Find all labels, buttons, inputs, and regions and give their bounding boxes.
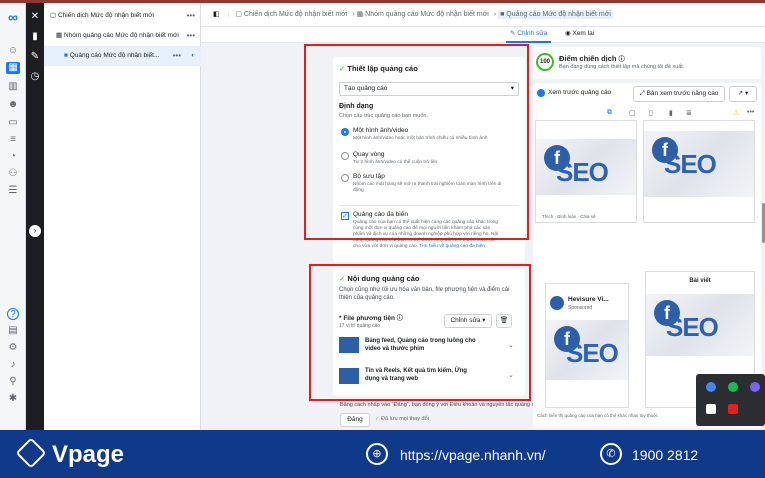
- tab-edit[interactable]: ✎ Chỉnh sửa: [506, 27, 552, 43]
- score-title: Điểm chiến dịch: [559, 54, 617, 63]
- share-preview-button[interactable]: ↗ ▾: [729, 86, 757, 102]
- globe-icon: ⊕: [366, 443, 388, 465]
- sponsored-label: Sponsored: [568, 305, 593, 311]
- list-view-icon[interactable]: ≣: [686, 109, 692, 117]
- breadcrumb-campaign[interactable]: ▢ Chiến dịch Mức độ nhận biết mới: [235, 11, 347, 18]
- meta-logo-icon[interactable]: ∞: [4, 10, 22, 24]
- avatar: [550, 296, 564, 310]
- spotify-icon[interactable]: [728, 382, 738, 392]
- office-icon[interactable]: [728, 404, 738, 414]
- phone-icon: ✆: [600, 443, 622, 465]
- contrast-icon[interactable]: ◐: [191, 46, 195, 66]
- breadcrumb-ad[interactable]: ■ Quảng cáo Mức độ nhận biết mới: [498, 10, 613, 19]
- folder-icon: ▢: [235, 11, 244, 18]
- more-icon[interactable]: •••: [187, 6, 195, 26]
- preview-story-thumb[interactable]: Hevisure Vi... Sponsored f SEO: [545, 283, 629, 408]
- advanced-preview-button[interactable]: ⤢ Bản xem trước nâng cao: [633, 86, 725, 102]
- preview-instagram-thumb[interactable]: f SEO: [643, 120, 755, 223]
- pencil-icon[interactable]: ✎: [29, 51, 41, 63]
- reel-view-icon[interactable]: ▮: [669, 109, 673, 117]
- display-icon[interactable]: [706, 404, 716, 414]
- chrome-icon[interactable]: [706, 382, 716, 392]
- post-label: Bài viết: [689, 278, 711, 284]
- campaign-tree: ▢ Chiến dịch Mức độ nhận biết mới ••• ▦ …: [44, 3, 201, 430]
- preview-actions: Thích · Bình luận · Chia sẻ: [542, 214, 596, 219]
- preview-toggle-icon[interactable]: [537, 89, 545, 97]
- grid-small-icon: ▦: [56, 32, 64, 39]
- chart-icon[interactable]: ▥: [6, 81, 20, 93]
- expand-icon: ⤢: [639, 90, 647, 97]
- clock-icon[interactable]: ◷: [29, 71, 41, 83]
- card-icon[interactable]: ▭: [6, 117, 20, 129]
- gear-icon[interactable]: ⚙: [6, 342, 20, 354]
- chevron-down-icon: ▾: [745, 90, 749, 97]
- smile-icon[interactable]: ☺: [6, 45, 20, 57]
- more-icon[interactable]: •••: [187, 26, 195, 46]
- footer-brand: Vpage: [52, 441, 125, 468]
- system-tray-popup: [696, 374, 765, 426]
- bug-icon[interactable]: ✱: [6, 393, 20, 405]
- campaign-level-icon[interactable]: ▮: [29, 31, 41, 43]
- preview-toggle-label: Xem trước quảng cáo: [548, 89, 612, 96]
- preview-note: Cách hiển thị quảng cáo của bạn có thể k…: [537, 413, 658, 418]
- folder-icon: ▢: [50, 12, 58, 19]
- footer-phone[interactable]: 1900 2812: [632, 447, 698, 463]
- help-icon[interactable]: ?: [7, 308, 19, 320]
- page-name: Hevisure Vi...: [568, 296, 609, 303]
- app-icon[interactable]: [750, 382, 760, 392]
- bell-icon[interactable]: ◔: [6, 151, 20, 163]
- sidebar-toggle-icon[interactable]: ◧: [213, 11, 220, 18]
- people-icon[interactable]: ☻: [6, 99, 20, 111]
- tree-adset-row[interactable]: ▦ Nhóm quảng cáo Mức độ nhận biết mới ••…: [44, 26, 201, 46]
- publish-button[interactable]: Đăng: [340, 413, 370, 427]
- tree-campaign-row[interactable]: ▢ Chiến dịch Mức độ nhận biết mới •••: [44, 6, 201, 26]
- breadcrumb: ◧ | ▢ Chiến dịch Mức độ nhận biết mới › …: [201, 3, 765, 27]
- highlight-box-content: [309, 264, 531, 401]
- more-icon[interactable]: •••: [747, 109, 754, 116]
- breadcrumb-adset[interactable]: ▦ Nhóm quảng cáo Mức độ nhận biết mới: [357, 11, 489, 18]
- learn-more-link[interactable]: Tìm hiểu về quảng cáo đa biến: [419, 244, 485, 249]
- edit-view-tabs: ✎ Chỉnh sửa ◉ Xem lại: [201, 27, 765, 43]
- tree-ad-row[interactable]: ■ Quảng cáo Mức độ nhận biết... ••• ◐: [44, 46, 201, 66]
- nav-rail: ∞ ☺ ▦ ▥ ☻ ▭ ≡ ◔ ⚇ ☰ ? ▤ ⚙ ♪ ⚲ ✱: [0, 3, 26, 430]
- notification-icon[interactable]: ♪: [6, 359, 20, 371]
- menu-icon[interactable]: ☰: [6, 185, 20, 197]
- footer-url[interactable]: https://vpage.nhanh.vn/: [400, 447, 546, 463]
- square-view-icon[interactable]: ▢: [629, 109, 636, 117]
- feed-view-icon[interactable]: ⧉: [607, 109, 612, 117]
- tree-icon[interactable]: ⚇: [6, 168, 20, 180]
- list-icon[interactable]: ≡: [6, 134, 20, 146]
- close-icon[interactable]: ✕: [29, 11, 41, 23]
- footer-banner: Vpage ⊕ https://vpage.nhanh.vn/ ✆ 1900 2…: [0, 430, 765, 478]
- preview-feed-thumb[interactable]: f SEO Thích · Bình luận · Chia sẻ: [535, 120, 637, 223]
- grid-icon[interactable]: ▦: [6, 62, 20, 74]
- info-icon[interactable]: ⓘ: [619, 57, 625, 63]
- note-icon[interactable]: ▤: [6, 325, 20, 337]
- more-icon[interactable]: •••: [173, 46, 181, 66]
- vpage-logo-icon: [15, 437, 47, 469]
- campaign-score-card: 100 Điểm chiến dịch ⓘ Bạn đang dùng cách…: [533, 47, 761, 79]
- grid-small-icon: ▦: [356, 11, 366, 18]
- expand-icon[interactable]: ›: [29, 225, 41, 237]
- tab-review[interactable]: ◉ Xem lại: [561, 27, 598, 43]
- warning-icon[interactable]: ⚠: [733, 109, 739, 117]
- highlight-box-setup: [304, 44, 529, 240]
- score-badge: 100: [536, 53, 554, 71]
- search-icon[interactable]: ⚲: [6, 376, 20, 388]
- saved-status: ✓ Đã lưu mọi thay đổi: [375, 416, 429, 422]
- share-icon: ↗: [737, 90, 744, 97]
- score-desc: Bạn đang dùng cách thiết lập mà chúng tô…: [559, 64, 685, 70]
- story-view-icon[interactable]: ▯: [649, 109, 653, 117]
- editor-mode-strip: ✕ ▮ ✎ ◷ ›: [26, 3, 44, 430]
